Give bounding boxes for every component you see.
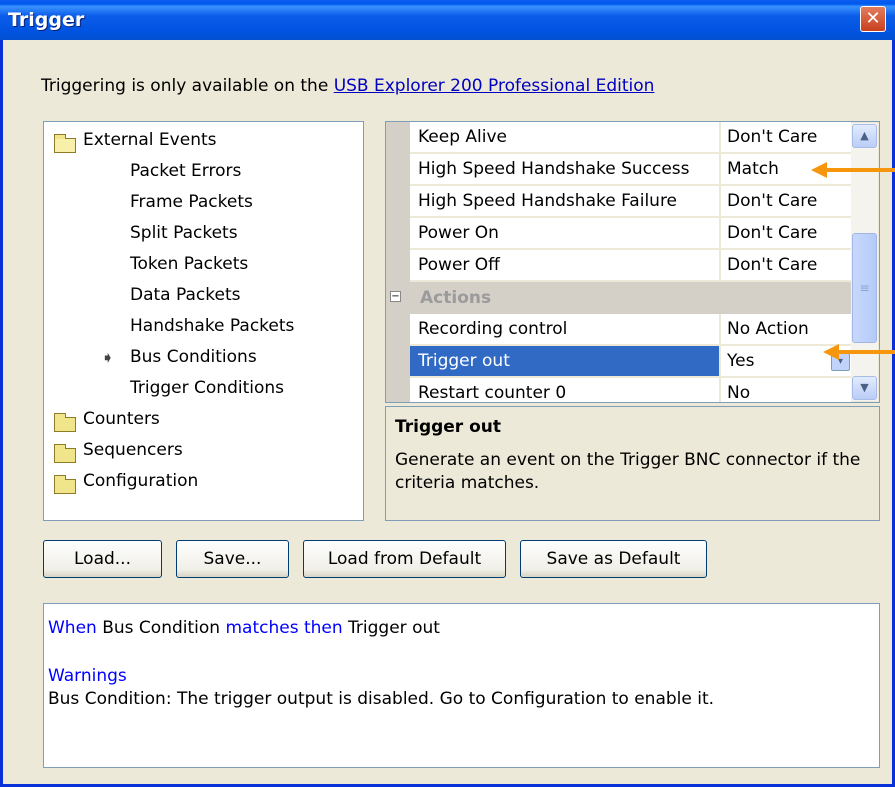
scroll-down-icon[interactable]: ▼: [852, 376, 877, 400]
property-grid: Keep Alive Don't Care High Speed Handsha…: [385, 121, 880, 403]
description-body: Generate an event on the Trigger BNC con…: [395, 450, 861, 493]
tree-item-packet-errors[interactable]: Packet Errors: [130, 161, 241, 181]
load-from-default-button[interactable]: Load from Default: [303, 540, 506, 578]
save-button[interactable]: Save...: [176, 540, 289, 578]
tree-item-label: Counters: [83, 409, 160, 429]
property-name: Power On: [410, 218, 720, 249]
edition-notice-text: Triggering is only available on the: [41, 76, 334, 96]
tree-item-label: Configuration: [83, 471, 199, 491]
grid-scrollbar[interactable]: ▲ ≡ ▼: [851, 123, 878, 401]
property-value[interactable]: Don't Care: [721, 122, 851, 153]
trigger-summary[interactable]: When Bus Condition matches then Trigger …: [43, 603, 880, 768]
property-value[interactable]: No: [721, 378, 851, 402]
collapse-icon[interactable]: −: [390, 291, 401, 302]
trigger-tree: External Events Packet Errors Frame Pack…: [43, 121, 364, 521]
tree-item-bus-conditions[interactable]: Bus Conditions: [130, 347, 257, 367]
scroll-thumb[interactable]: ≡: [852, 233, 877, 343]
current-arrow-icon: ➧: [101, 348, 115, 367]
description-title: Trigger out: [395, 417, 502, 437]
folder-icon: [54, 413, 76, 432]
property-name: Restart counter 0: [410, 378, 720, 402]
folder-open-icon: [54, 134, 76, 153]
callout-arrowhead-icon: [811, 162, 827, 178]
save-as-default-button[interactable]: Save as Default: [520, 540, 707, 578]
tree-item-frame-packets[interactable]: Frame Packets: [130, 192, 253, 212]
property-row-hs-handshake-success[interactable]: High Speed Handshake Success Match: [410, 154, 879, 186]
summary-line: When Bus Condition matches then Trigger …: [48, 618, 440, 638]
edition-notice: Triggering is only available on the USB …: [41, 76, 654, 96]
window-title: Trigger: [8, 9, 85, 31]
property-row-restart-counter[interactable]: Restart counter 0 No: [410, 378, 879, 402]
load-button[interactable]: Load...: [43, 540, 162, 578]
property-name: Trigger out: [410, 346, 720, 377]
tree-item-data-packets[interactable]: Data Packets: [130, 285, 240, 305]
keyword-matches-then: matches then: [225, 618, 343, 638]
trigger-dialog: Trigger ✕ Triggering is only available o…: [0, 0, 895, 787]
property-name: Recording control: [410, 314, 720, 345]
property-row-power-off[interactable]: Power Off Don't Care: [410, 250, 879, 282]
tree-item-token-packets[interactable]: Token Packets: [130, 254, 248, 274]
title-bar[interactable]: Trigger ✕: [0, 0, 895, 40]
property-row-hs-handshake-failure[interactable]: High Speed Handshake Failure Don't Care: [410, 186, 879, 218]
grid-gutter: [386, 122, 410, 402]
property-row-keep-alive[interactable]: Keep Alive Don't Care: [410, 122, 879, 154]
property-row-recording-control[interactable]: Recording control No Action: [410, 314, 879, 346]
tree-item-label: Sequencers: [83, 440, 183, 460]
keyword-when: When: [48, 618, 97, 638]
callout-arrow-match: [811, 162, 895, 178]
warnings-heading: Warnings: [48, 666, 127, 686]
tree-item-handshake-packets[interactable]: Handshake Packets: [130, 316, 294, 336]
close-button[interactable]: ✕: [860, 6, 886, 32]
property-value[interactable]: Don't Care: [721, 218, 851, 249]
property-value[interactable]: Don't Care: [721, 186, 851, 217]
folder-icon: [54, 475, 76, 494]
warning-message: Bus Condition: The trigger output is dis…: [48, 689, 715, 709]
property-name: High Speed Handshake Success: [410, 154, 720, 185]
callout-arrowhead-icon: [823, 344, 839, 360]
property-value[interactable]: Don't Care: [721, 250, 851, 281]
property-row-trigger-out[interactable]: Trigger out Yes ▾: [410, 346, 879, 378]
tree-item-split-packets[interactable]: Split Packets: [130, 223, 238, 243]
property-name: Power Off: [410, 250, 720, 281]
property-value[interactable]: No Action: [721, 314, 851, 345]
property-row-power-on[interactable]: Power On Don't Care: [410, 218, 879, 250]
edition-link[interactable]: USB Explorer 200 Professional Edition: [334, 76, 655, 96]
property-value: Yes: [727, 351, 755, 371]
summary-text: Trigger out: [342, 618, 440, 638]
category-actions[interactable]: − Actions: [386, 282, 879, 314]
summary-text: Bus Condition: [96, 618, 226, 638]
callout-arrow-trigger-out: [823, 344, 895, 360]
category-label: Actions: [410, 282, 851, 314]
property-name: High Speed Handshake Failure: [410, 186, 720, 217]
tree-item-label: External Events: [83, 130, 217, 150]
property-name: Keep Alive: [410, 122, 720, 153]
folder-icon: [54, 444, 76, 463]
scroll-up-icon[interactable]: ▲: [852, 124, 877, 148]
property-description: Trigger out Generate an event on the Tri…: [385, 406, 880, 521]
tree-item-trigger-conditions[interactable]: Trigger Conditions: [130, 378, 284, 398]
